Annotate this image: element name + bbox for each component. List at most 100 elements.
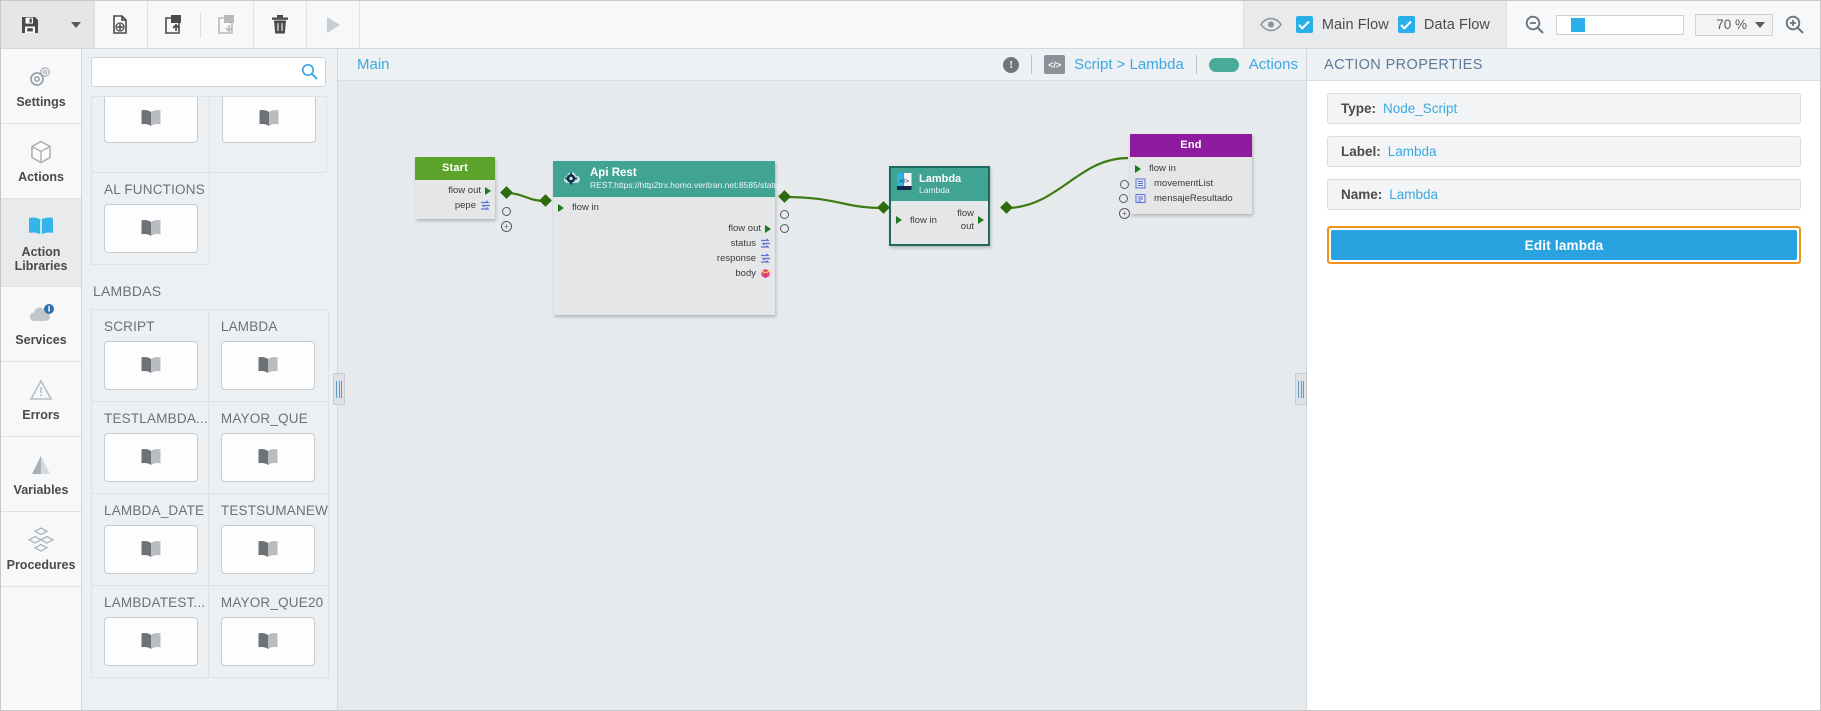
library-item-tile [220, 525, 315, 574]
library-item[interactable]: SCRIPT [92, 310, 209, 402]
library-item[interactable] [209, 97, 327, 173]
library-item[interactable]: TESTSUMANEW [208, 494, 330, 586]
breadcrumb[interactable]: Script > Lambda [1074, 56, 1184, 73]
data-flow-checkbox[interactable] [1397, 16, 1415, 33]
port-dot-hollow[interactable] [780, 224, 789, 233]
sidebar-item-label: Services [15, 333, 67, 347]
code-icon[interactable]: </> [1044, 55, 1066, 74]
port-dot-add[interactable]: + [501, 221, 512, 232]
port-response[interactable]: response [553, 251, 775, 266]
run-button[interactable] [307, 1, 359, 48]
port-mensaje-resultado[interactable]: mensajeResultado [1130, 191, 1252, 206]
port-flow-in[interactable]: flow in [553, 200, 775, 215]
port-dot-hollow[interactable] [1119, 194, 1128, 203]
eye-icon[interactable] [1259, 17, 1282, 32]
library-item[interactable]: LAMBDA [208, 310, 330, 402]
port-dot-add[interactable]: + [1119, 208, 1130, 219]
export-button[interactable] [201, 1, 253, 48]
library-item[interactable]: AL FUNCTIONS [92, 173, 210, 265]
port-status[interactable]: status [553, 236, 775, 251]
port-dot-hollow[interactable] [780, 210, 789, 219]
left-nav-rail: Settings Actions Action Libraries Servic… [1, 49, 82, 710]
sidebar-item-procedures[interactable]: Procedures [1, 512, 81, 587]
node-body: flow out pepe [415, 180, 495, 219]
port-body[interactable]: body [553, 266, 775, 281]
library-item[interactable]: TESTLAMBDA... [92, 402, 209, 494]
search-icon[interactable] [301, 63, 318, 85]
property-label-field[interactable]: Label: Lambda [1327, 136, 1801, 167]
sidebar-item-label: Procedures [6, 558, 76, 572]
library-search-wrap [82, 49, 337, 94]
flow-canvas[interactable]: Start flow out pepe + Api Rest REST.http… [338, 81, 1306, 710]
edit-lambda-highlight: Edit lambda [1327, 226, 1801, 264]
search-input[interactable] [100, 58, 304, 88]
node-lambda[interactable]: </> Lambda Lambda flow in flow out [889, 166, 990, 246]
new-document-button[interactable] [95, 1, 147, 48]
sidebar-item-actions[interactable]: Actions [1, 124, 81, 199]
delete-button[interactable] [254, 1, 306, 48]
port-dot-hollow[interactable] [502, 207, 511, 216]
sidebar-item-action-libraries[interactable]: Action Libraries [1, 199, 81, 287]
port-label: mensajeResultado [1154, 193, 1233, 204]
flow-arrow-icon [765, 224, 771, 233]
tab-main[interactable]: Main [338, 56, 390, 73]
library-item[interactable]: LAMBDATEST... [92, 586, 209, 678]
node-title: Api Rest [590, 166, 637, 179]
library-item[interactable]: LAMBDA_DATE [92, 494, 209, 586]
library-item[interactable] [92, 97, 210, 173]
save-button[interactable] [1, 1, 59, 48]
node-header: Api Rest REST.https://http2trx.homo.veri… [553, 161, 783, 197]
node-title: End [1130, 134, 1252, 157]
book-icon [258, 540, 278, 557]
zoom-level-select[interactable]: 70 % [1695, 13, 1773, 36]
sidebar-item-errors[interactable]: Errors [1, 362, 81, 437]
zoom-in-icon[interactable] [1784, 14, 1805, 35]
port-pepe[interactable]: pepe [415, 198, 495, 213]
main-flow-checkbox[interactable] [1295, 16, 1313, 33]
library-item[interactable]: MAYOR_QUE [208, 402, 330, 494]
chevron-down-icon [1755, 21, 1765, 28]
port-flow-in[interactable]: flow in [1130, 161, 1252, 176]
toggle-on-icon[interactable] [1208, 57, 1239, 72]
zoom-level-value: 70 % [1716, 17, 1747, 32]
node-end[interactable]: End flow in movementList mensajeResultad… [1130, 134, 1252, 214]
port-label: flow in [1149, 163, 1176, 174]
port-row-lambda[interactable]: flow in flow out [891, 206, 988, 234]
library-item-title: AL FUNCTIONS [104, 182, 205, 197]
zoom-slider[interactable] [1556, 14, 1684, 35]
library-grid-alfunctions: AL FUNCTIONS [91, 173, 327, 265]
info-icon[interactable]: ! [1003, 56, 1020, 73]
node-header: </> Lambda Lambda [891, 168, 988, 201]
actions-link[interactable]: Actions [1249, 56, 1298, 73]
flow-arrow-icon [1135, 164, 1141, 173]
edit-lambda-button[interactable]: Edit lambda [1331, 230, 1797, 260]
node-api-rest[interactable]: Api Rest REST.https://http2trx.homo.veri… [553, 161, 783, 315]
zoom-slider-thumb[interactable] [1571, 17, 1585, 32]
api-gear-icon [560, 166, 583, 191]
sidebar-item-variables[interactable]: Variables [1, 437, 81, 512]
port-flow-out[interactable]: flow out [553, 221, 775, 236]
zoom-out-icon[interactable] [1524, 14, 1545, 35]
port-movement-list[interactable]: movementList [1130, 176, 1252, 191]
port-flow-out[interactable]: flow out [415, 183, 495, 198]
port-label: body [735, 268, 756, 279]
property-value: Lambda [1387, 144, 1437, 159]
right-splitter-handle[interactable] [1295, 373, 1307, 405]
search-box[interactable] [91, 57, 326, 88]
property-key: Name: [1341, 187, 1383, 202]
sidebar-item-settings[interactable]: Settings [1, 49, 81, 124]
property-value: Lambda [1389, 187, 1439, 202]
property-name-field[interactable]: Name: Lambda [1327, 179, 1801, 210]
library-scroll-area[interactable]: AL FUNCTIONS LAMBDAS SCRIPT LAMBDA TESTL… [82, 96, 337, 710]
book-icon [141, 448, 161, 465]
left-splitter-handle[interactable] [333, 373, 345, 405]
save-dropdown-button[interactable] [59, 1, 94, 48]
import-button[interactable] [148, 1, 200, 48]
library-item-tile [220, 341, 315, 390]
node-start[interactable]: Start flow out pepe [415, 157, 495, 219]
property-key: Label: [1341, 144, 1381, 159]
library-item[interactable]: MAYOR_QUE20 [208, 586, 330, 678]
property-type-field[interactable]: Type: Node_Script [1327, 93, 1801, 124]
port-dot-hollow[interactable] [1120, 180, 1129, 189]
sidebar-item-services[interactable]: Services [1, 287, 81, 362]
